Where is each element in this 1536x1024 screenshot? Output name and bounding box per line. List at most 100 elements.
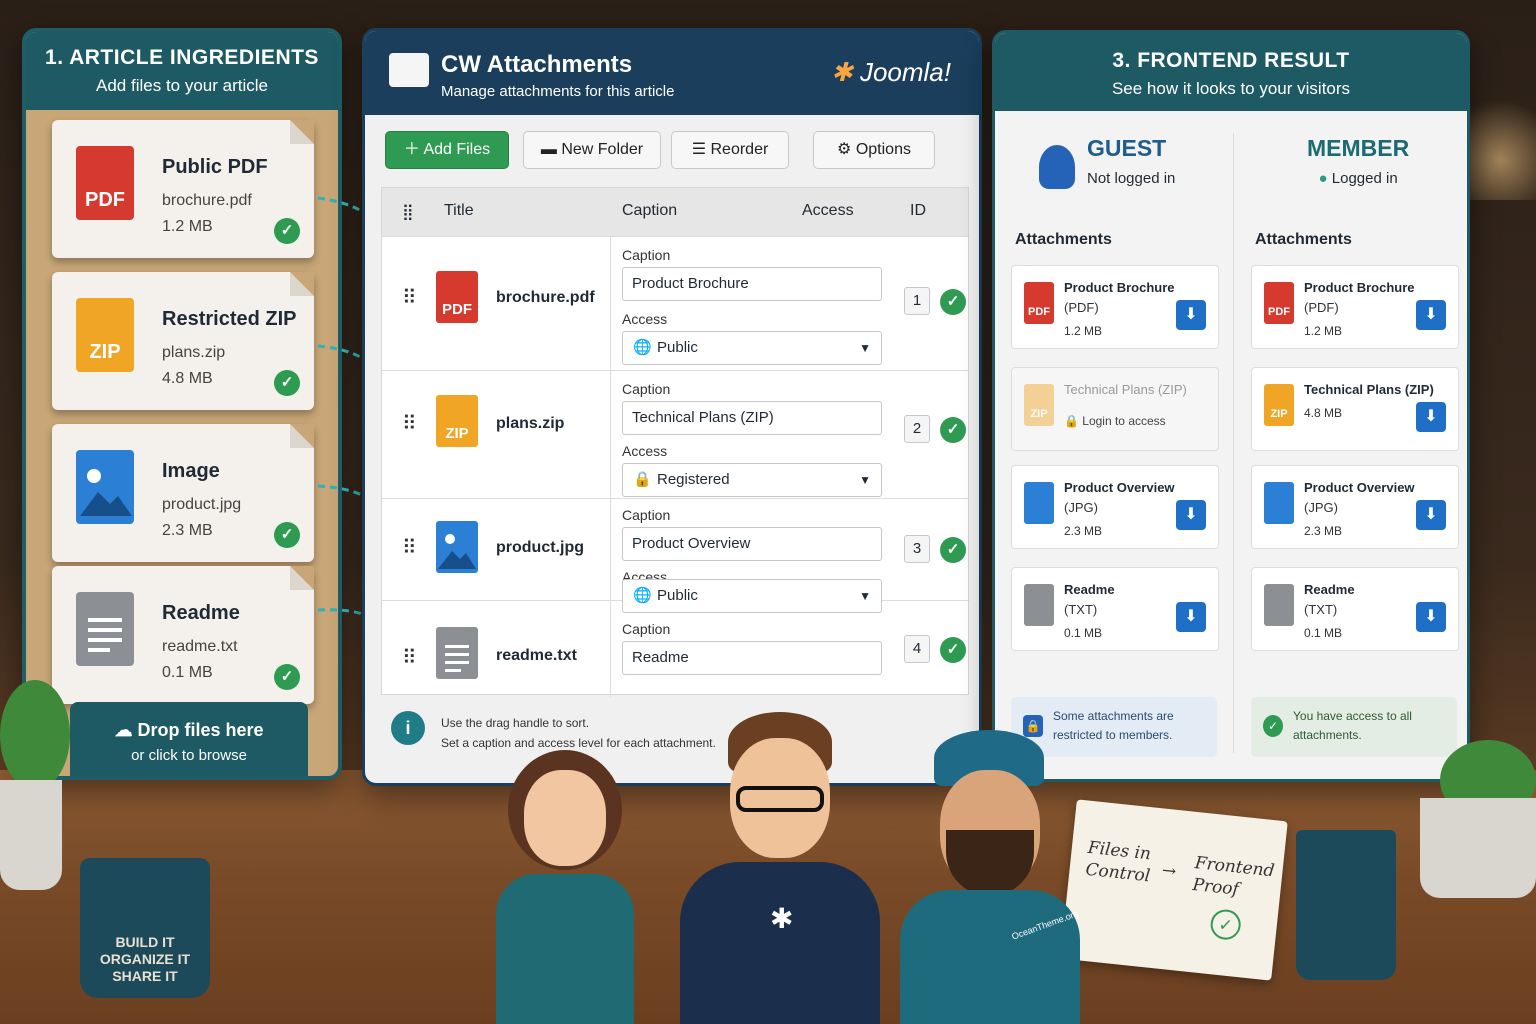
article-ingredients-panel: 1. ARTICLE INGREDIENTS Add files to your… bbox=[22, 28, 342, 780]
check-icon: ✓ bbox=[274, 218, 300, 244]
access-note: ✓ You have access to all attachments. bbox=[1251, 697, 1457, 757]
card-filename: readme.txt bbox=[162, 638, 238, 655]
card-size: 4.8 MB bbox=[162, 370, 213, 387]
panel-header: 3. FRONTEND RESULT See how it looks to y… bbox=[995, 33, 1467, 111]
item-title: Technical Plans (ZIP) bbox=[1304, 382, 1434, 397]
card-filename: brochure.pdf bbox=[162, 192, 252, 209]
item-title: Product Overview bbox=[1064, 480, 1175, 495]
attachments-heading: Attachments bbox=[1255, 231, 1352, 248]
cloud-upload-icon: ☁ bbox=[114, 720, 138, 740]
coffee-mug: BUILD IT ORGANIZE IT SHARE IT bbox=[80, 858, 210, 998]
member-status: ● Logged in bbox=[1318, 170, 1398, 187]
file-card-readme[interactable]: Readme readme.txt 0.1 MB ✓ bbox=[52, 566, 314, 704]
attachment-item[interactable]: Readme (TXT) 0.1 MB ⬇ bbox=[1011, 567, 1219, 651]
item-size: 1.2 MB bbox=[1304, 324, 1343, 338]
download-icon[interactable]: ⬇ bbox=[1176, 300, 1206, 330]
notepad-right: Frontend Proof bbox=[1191, 853, 1276, 900]
attachment-item-locked: ZIP Technical Plans (ZIP) 🔒 Login to acc… bbox=[1011, 367, 1219, 451]
card-name: Readme bbox=[162, 602, 240, 624]
item-title: Technical Plans (ZIP) bbox=[1064, 382, 1187, 397]
options-button[interactable]: ⚙ Options bbox=[813, 131, 935, 169]
file-card-zip[interactable]: ZIP Restricted ZIP plans.zip 4.8 MB ✓ bbox=[52, 272, 314, 410]
attachment-item[interactable]: PDF Product Brochure (PDF) 1.2 MB ⬇ bbox=[1251, 265, 1459, 349]
item-title: Product Brochure bbox=[1304, 280, 1415, 295]
attachments-table: ⣿ Title Caption Access ID ⠿ PDF brochure… bbox=[381, 187, 970, 697]
attachment-item[interactable]: Product Overview (JPG) 2.3 MB ⬇ bbox=[1251, 465, 1459, 549]
check-icon: ✓ bbox=[1263, 715, 1283, 737]
pdf-file-icon: PDF bbox=[1024, 282, 1054, 324]
item-size: 1.2 MB bbox=[1064, 324, 1103, 338]
list-icon: ☰ bbox=[691, 141, 711, 158]
access-select[interactable]: 🔒 Registered ▼ bbox=[622, 463, 882, 497]
item-title: Readme bbox=[1304, 582, 1355, 597]
guest-label: GUEST bbox=[1087, 135, 1167, 161]
new-folder-button[interactable]: ▬ New Folder bbox=[523, 131, 661, 169]
attachment-item[interactable]: ZIP Technical Plans (ZIP) 4.8 MB ⬇ bbox=[1251, 367, 1459, 451]
download-icon[interactable]: ⬇ bbox=[1416, 500, 1446, 530]
drag-handle-icon[interactable]: ⠿ bbox=[402, 535, 417, 560]
user-icon bbox=[1039, 145, 1075, 189]
item-type: (TXT) bbox=[1064, 602, 1098, 617]
item-size: 2.3 MB bbox=[1304, 524, 1343, 538]
admin-subtitle: Manage attachments for this article bbox=[441, 83, 675, 100]
gear-icon: ⚙ bbox=[837, 141, 856, 158]
file-card-pdf[interactable]: PDF Public PDF brochure.pdf 1.2 MB ✓ bbox=[52, 120, 314, 258]
drag-handle-icon[interactable]: ⠿ bbox=[402, 285, 417, 310]
image-file-icon bbox=[1264, 482, 1294, 524]
text-file-icon bbox=[76, 592, 134, 666]
plant-leaves bbox=[0, 680, 70, 790]
drop-title: ☁ Drop files here bbox=[114, 720, 264, 740]
plus-icon: ＋ bbox=[403, 141, 424, 158]
col-caption[interactable]: Caption bbox=[622, 202, 677, 220]
access-select[interactable]: 🌐 Public ▼ bbox=[622, 579, 882, 613]
caption-input[interactable]: Product Brochure bbox=[622, 267, 882, 301]
lock-icon: 🔒 bbox=[1064, 414, 1083, 428]
check-icon: ✓ bbox=[940, 537, 966, 563]
notepad-left: Files in Control bbox=[1084, 837, 1152, 887]
col-title[interactable]: Title bbox=[444, 202, 474, 220]
drag-handle-icon[interactable]: ⠿ bbox=[402, 645, 417, 670]
caption-label: Caption bbox=[622, 381, 671, 397]
check-icon: ✓ bbox=[274, 522, 300, 548]
id-value: 2 bbox=[904, 415, 930, 443]
plant-pot bbox=[1420, 798, 1536, 898]
id-value: 4 bbox=[904, 635, 930, 663]
character-man-glasses: ✱ bbox=[680, 712, 880, 1024]
check-icon: ✓ bbox=[940, 637, 966, 663]
col-id[interactable]: ID bbox=[910, 202, 926, 220]
image-file-icon bbox=[76, 450, 134, 524]
zip-file-icon: ZIP bbox=[436, 395, 478, 447]
cw-attachments-panel: CW Attachments Manage attachments for th… bbox=[362, 28, 982, 786]
image-file-icon bbox=[436, 521, 478, 573]
id-value: 3 bbox=[904, 535, 930, 563]
guest-header: GUEST Not logged in bbox=[1087, 135, 1175, 187]
character-woman bbox=[490, 750, 640, 1024]
caption-input[interactable]: Readme bbox=[622, 641, 882, 675]
download-icon[interactable]: ⬇ bbox=[1176, 500, 1206, 530]
attachment-item[interactable]: Product Overview (JPG) 2.3 MB ⬇ bbox=[1011, 465, 1219, 549]
item-title: Readme bbox=[1064, 582, 1115, 597]
attachment-item[interactable]: PDF Product Brochure (PDF) 1.2 MB ⬇ bbox=[1011, 265, 1219, 349]
add-files-button[interactable]: ＋ Add Files bbox=[385, 131, 509, 169]
text-file-icon bbox=[1024, 584, 1054, 626]
download-icon[interactable]: ⬇ bbox=[1416, 402, 1446, 432]
login-to-access: 🔒 Login to access bbox=[1064, 414, 1166, 428]
caption-input[interactable]: Product Overview bbox=[622, 527, 882, 561]
attachment-item[interactable]: Readme (TXT) 0.1 MB ⬇ bbox=[1251, 567, 1459, 651]
download-icon[interactable]: ⬇ bbox=[1176, 602, 1206, 632]
col-access[interactable]: Access bbox=[802, 202, 854, 220]
access-select[interactable]: 🌐 Public ▼ bbox=[622, 331, 882, 365]
caption-input[interactable]: Technical Plans (ZIP) bbox=[622, 401, 882, 435]
download-icon[interactable]: ⬇ bbox=[1416, 602, 1446, 632]
sort-handle-icon[interactable]: ⣿ bbox=[402, 202, 414, 222]
file-card-image[interactable]: Image product.jpg 2.3 MB ✓ bbox=[52, 424, 314, 562]
user-icon: ● bbox=[1318, 170, 1332, 187]
drop-zone[interactable]: ☁ Drop files here or click to browse bbox=[70, 702, 308, 776]
download-icon[interactable]: ⬇ bbox=[1416, 300, 1446, 330]
character-man-cap: OceanTheme.org bbox=[900, 730, 1080, 1024]
folder-icon: ▬ bbox=[540, 141, 562, 158]
panel-title: 1. ARTICLE INGREDIENTS bbox=[45, 46, 319, 69]
reorder-button[interactable]: ☰ Reorder bbox=[671, 131, 789, 169]
drag-handle-icon[interactable]: ⠿ bbox=[402, 411, 417, 436]
panel-subtitle: See how it looks to your visitors bbox=[1111, 79, 1351, 98]
